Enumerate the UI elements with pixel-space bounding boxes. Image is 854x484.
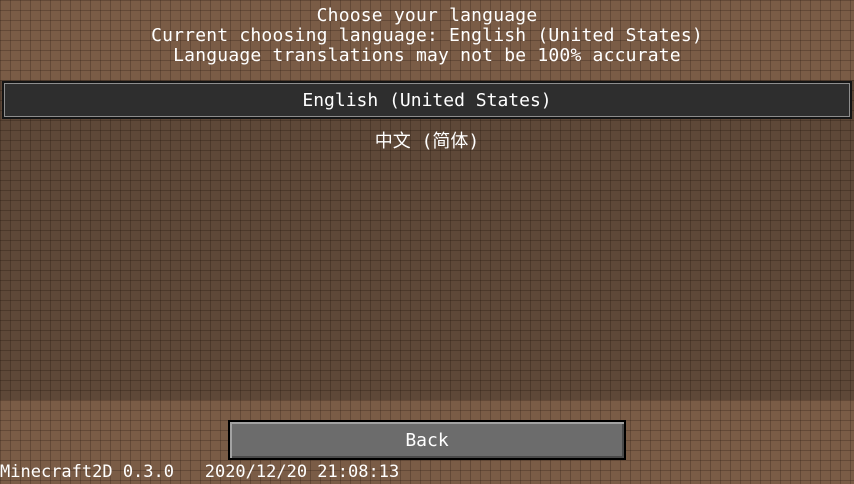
version-label: Minecraft2D 0.3.0 [0,462,174,482]
language-list[interactable]: English (United States) 中文 (简体) [0,80,854,400]
footer: Minecraft2D 0.3.0 2020/12/20 21:08:13 [0,460,854,482]
translation-disclaimer: Language translations may not be 100% ac… [173,45,681,66]
language-item-english[interactable]: English (United States) [2,81,852,119]
language-screen: { "header": { "title": "Choose your lang… [0,0,854,482]
current-language-text: Current choosing language: English (Unit… [151,25,703,46]
back-button[interactable]: Back [228,420,626,460]
datetime-label: 2020/12/20 21:08:13 [204,462,400,482]
screen-title: Choose your language [316,5,538,26]
header: Choose your language Current choosing la… [0,6,854,66]
language-item-chinese[interactable]: 中文 (简体) [0,122,854,162]
